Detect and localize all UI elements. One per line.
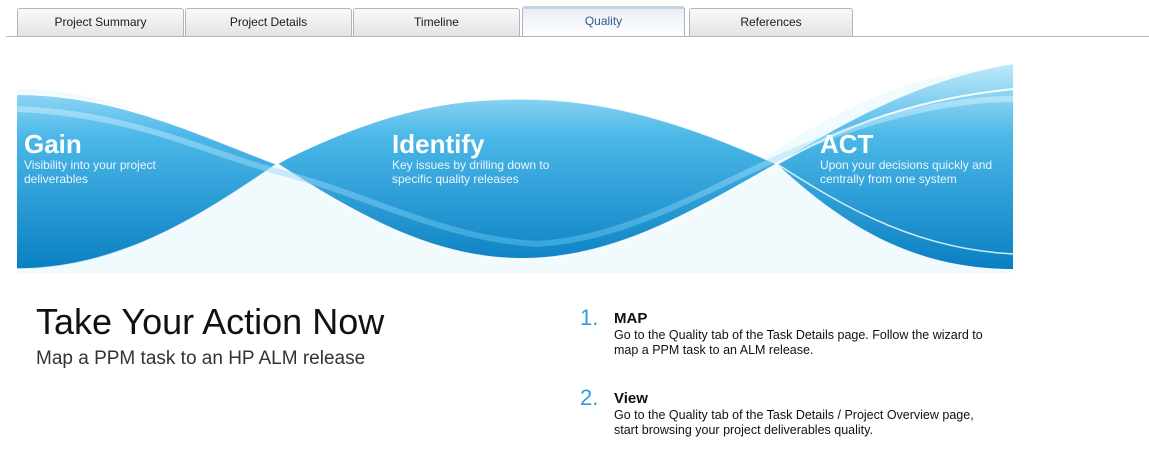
page-headline: Take Your Action Now [36, 301, 385, 342]
step-title: View [614, 390, 648, 407]
tab-project-details[interactable]: Project Details [185, 8, 352, 36]
identify-title: Identify [392, 129, 485, 159]
step-number: 2. [580, 385, 599, 410]
identify-subtitle: Key issues by drilling down to specific … [392, 158, 550, 186]
tab-references[interactable]: References [689, 8, 853, 36]
hero-banner: Gain Visibility into your project delive… [17, 59, 1013, 273]
gain-section: Gain Visibility into your project delive… [24, 130, 214, 186]
act-subtitle: Upon your decisions quickly and centrall… [820, 158, 993, 186]
gain-title: Gain [24, 129, 82, 159]
tab-quality[interactable]: Quality [522, 6, 685, 36]
tab-bar-divider [6, 36, 1149, 37]
step-description: Go to the Quality tab of the Task Detail… [614, 408, 974, 437]
gain-subtitle: Visibility into your project deliverable… [24, 158, 156, 186]
tab-bar: Project Summary Project Details Timeline… [0, 0, 1149, 38]
step-number: 1. [580, 305, 599, 330]
act-section: ACT Upon your decisions quickly and cent… [820, 130, 1010, 186]
identify-section: Identify Key issues by drilling down to … [392, 130, 592, 186]
tab-project-summary[interactable]: Project Summary [17, 8, 184, 36]
step-description: Go to the Quality tab of the Task Detail… [614, 328, 983, 357]
act-title: ACT [820, 129, 874, 159]
step-title: MAP [614, 310, 648, 327]
page-subheadline: Map a PPM task to an HP ALM release [36, 348, 366, 369]
tab-timeline[interactable]: Timeline [353, 8, 520, 36]
